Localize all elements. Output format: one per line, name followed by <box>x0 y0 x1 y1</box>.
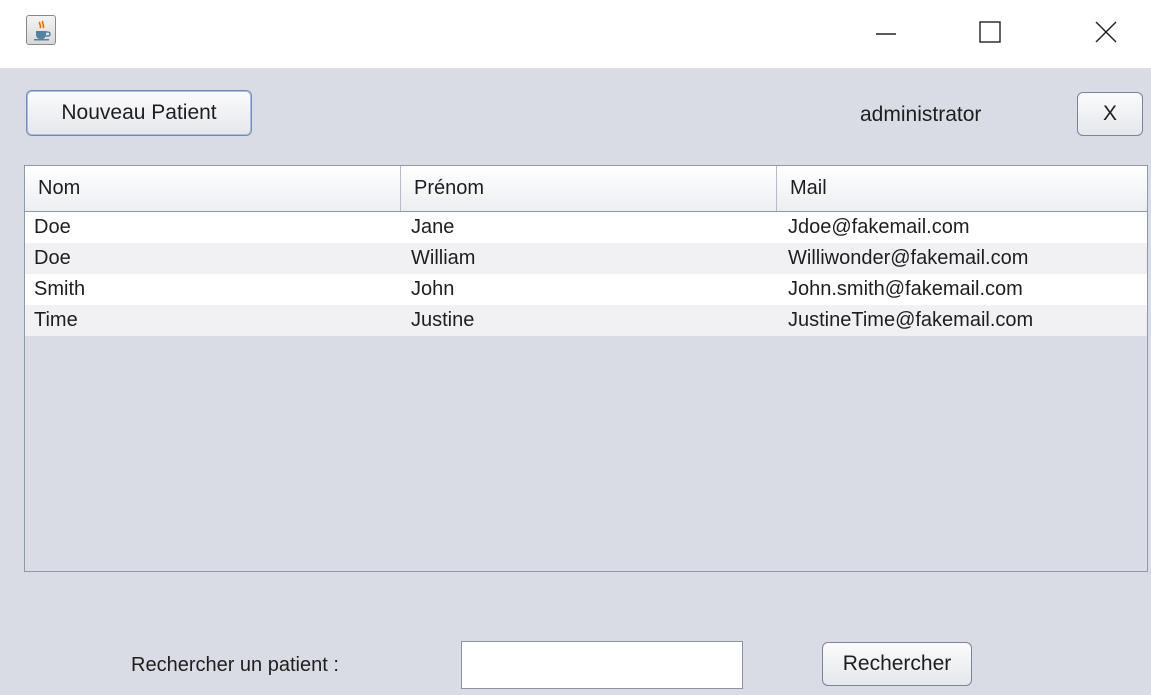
cell-mail: John.smith@fakemail.com <box>788 278 1023 300</box>
column-header-mail[interactable]: Mail <box>777 166 1147 211</box>
main-panel: Nouveau Patient administrator X Nom Prén… <box>0 68 1151 695</box>
cell-prenom: John <box>411 278 455 300</box>
table-row[interactable]: Doe Jane Jdoe@fakemail.com <box>25 212 1147 243</box>
cell-nom: Doe <box>34 247 71 269</box>
cell-prenom: Jane <box>411 216 455 238</box>
minimize-button[interactable] <box>858 10 914 54</box>
cell-mail: Williwonder@fakemail.com <box>788 247 1029 269</box>
cell-nom: Time <box>34 309 78 331</box>
column-header-prenom[interactable]: Prénom <box>401 166 777 211</box>
table-body: Doe Jane Jdoe@fakemail.com Doe William W… <box>25 212 1147 336</box>
search-label: Rechercher un patient : <box>131 654 339 676</box>
patients-table[interactable]: Nom Prénom Mail Doe Jane Jdoe@fakemail.c… <box>24 165 1148 572</box>
title-bar <box>0 0 1151 68</box>
column-header-nom[interactable]: Nom <box>25 166 401 211</box>
table-row[interactable]: Time Justine JustineTime@fakemail.com <box>25 305 1147 336</box>
search-button[interactable]: Rechercher <box>822 642 972 686</box>
cell-prenom: Justine <box>411 309 475 331</box>
close-icon <box>1095 21 1117 43</box>
cell-nom: Doe <box>34 216 71 238</box>
maximize-icon <box>979 21 1001 43</box>
cell-mail: JustineTime@fakemail.com <box>788 309 1034 331</box>
table-row[interactable]: Smith John John.smith@fakemail.com <box>25 274 1147 305</box>
new-patient-button[interactable]: Nouveau Patient <box>26 90 252 136</box>
table-header: Nom Prénom Mail <box>25 166 1147 212</box>
close-window-button[interactable] <box>1078 10 1134 54</box>
cell-prenom: William <box>411 247 476 269</box>
search-input[interactable] <box>461 641 743 689</box>
app-window: Nouveau Patient administrator X Nom Prén… <box>0 0 1151 695</box>
cell-nom: Smith <box>34 278 86 300</box>
java-cup-icon[interactable] <box>26 15 56 45</box>
current-user-label: administrator <box>860 103 982 126</box>
table-row[interactable]: Doe William Williwonder@fakemail.com <box>25 243 1147 274</box>
maximize-button[interactable] <box>962 10 1018 54</box>
cell-mail: Jdoe@fakemail.com <box>788 216 970 238</box>
logout-button[interactable]: X <box>1077 92 1143 136</box>
minimize-icon <box>876 33 896 35</box>
